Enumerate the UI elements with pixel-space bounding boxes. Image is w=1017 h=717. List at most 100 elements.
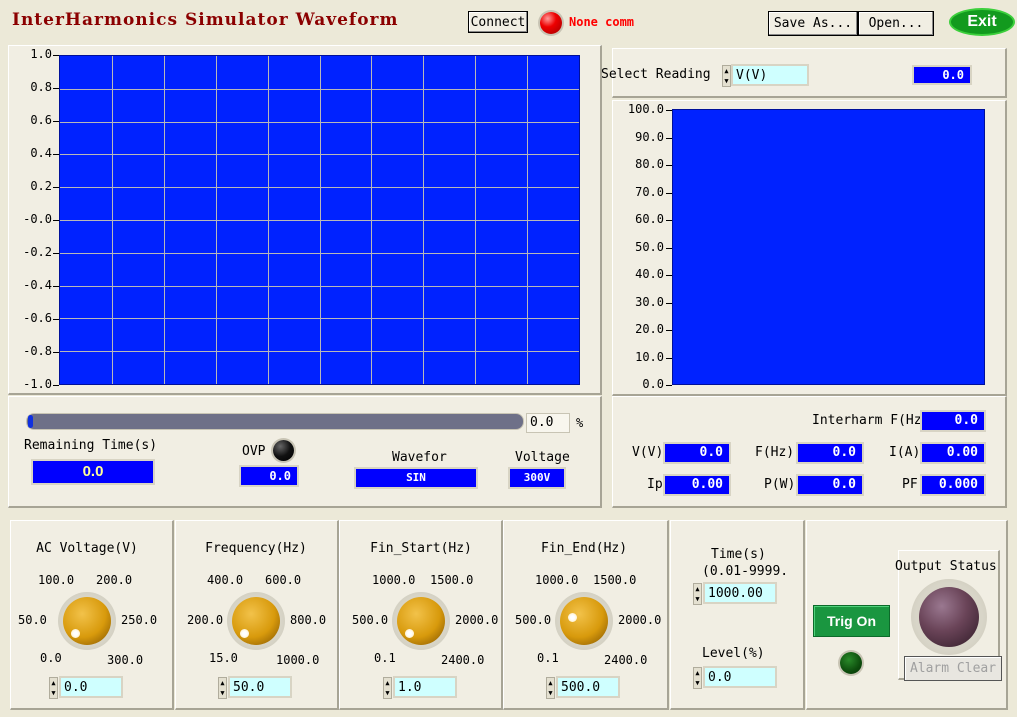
app-title: InterHarmonics Simulator Waveform xyxy=(12,10,399,30)
y-tick-label: 1.0 xyxy=(30,47,52,61)
time-input[interactable]: 1000.00 xyxy=(703,582,777,604)
y-tick-label: 70.0 xyxy=(635,184,664,199)
y-tick-label: -0.8 xyxy=(23,344,52,358)
knob-indicator-icon xyxy=(405,629,414,638)
knob-scale-label: 50.0 xyxy=(18,613,47,627)
waveform-plot[interactable] xyxy=(59,55,580,385)
y-tick-mark xyxy=(666,275,672,276)
level-label: Level(%) xyxy=(702,646,765,661)
progress-unit: % xyxy=(576,416,584,430)
y-tick-mark xyxy=(666,137,672,139)
y-tick-mark xyxy=(53,154,59,155)
knob-label: AC Voltage(V) xyxy=(36,541,138,556)
y-tick-mark xyxy=(53,385,59,386)
y-tick-label: 40.0 xyxy=(635,267,664,281)
y-tick-label: -1.0 xyxy=(23,377,52,391)
knob[interactable] xyxy=(392,592,450,650)
p-label: P(W) xyxy=(764,477,796,492)
y-tick-label: 80.0 xyxy=(635,157,664,171)
ovp-label: OVP xyxy=(242,444,266,459)
knob-value-input[interactable]: 0.0 xyxy=(59,676,123,698)
ip-label: Ip xyxy=(647,477,663,492)
output-status-led-icon xyxy=(919,587,979,647)
exit-button[interactable]: Exit xyxy=(949,8,1015,36)
knob-scale-label: 200.0 xyxy=(96,573,133,587)
knob-scale-label: 1500.0 xyxy=(593,573,637,587)
knob-scale-label: 2000.0 xyxy=(618,613,662,627)
v-label: V(V) xyxy=(632,445,664,460)
trig-on-button[interactable]: Trig On xyxy=(813,605,890,637)
y-tick-label: -0.6 xyxy=(23,311,52,325)
knob-value-spinner[interactable]: ▲ ▼ xyxy=(546,677,555,699)
ovp-value: 0.0 xyxy=(239,465,299,487)
y-tick-mark xyxy=(53,220,59,221)
knob-label: Fin_Start(Hz) xyxy=(370,541,472,556)
time-spinner[interactable]: ▲ ▼ xyxy=(693,583,702,605)
knob-cap xyxy=(397,597,445,645)
knob-scale-label: 800.0 xyxy=(290,613,327,627)
knob-scale-label: 500.0 xyxy=(352,613,389,627)
f-label: F(Hz) xyxy=(755,445,795,460)
select-reading-spinner[interactable]: ▲ ▼ xyxy=(722,65,731,87)
level-spinner[interactable]: ▲ ▼ xyxy=(693,667,702,689)
output-status-label: Output Status xyxy=(895,559,997,574)
f-value: 0.0 xyxy=(796,442,864,464)
knob-scale-label: 500.0 xyxy=(515,613,552,627)
knob-scale-label: 1500.0 xyxy=(430,573,474,587)
voltage-range-value: 300V xyxy=(508,467,566,489)
y-tick-mark xyxy=(666,357,672,359)
knob-cap xyxy=(63,597,111,645)
alarm-clear-button[interactable]: Alarm Clear xyxy=(904,656,1002,681)
voltage-range-label: Voltage xyxy=(515,450,570,465)
y-tick-mark xyxy=(666,165,672,166)
save-as-button[interactable]: Save As... xyxy=(768,11,858,36)
y-tick-label: -0.4 xyxy=(23,278,52,292)
y-tick-label: 0.2 xyxy=(30,179,52,193)
y-tick-label: 20.0 xyxy=(635,322,664,336)
y-tick-label: 10.0 xyxy=(635,349,664,364)
knob-cap xyxy=(232,597,280,645)
output-status-well xyxy=(911,579,987,655)
y-tick-label: 50.0 xyxy=(635,239,664,254)
y-tick-mark xyxy=(53,121,59,122)
knob-scale-label: 250.0 xyxy=(121,613,158,627)
level-input[interactable]: 0.0 xyxy=(703,666,777,688)
knob-scale-label: 15.0 xyxy=(209,651,238,665)
select-reading-input[interactable]: V(V) xyxy=(731,64,809,86)
y-tick-label: 0.4 xyxy=(30,146,52,160)
knob-value-input[interactable]: 1.0 xyxy=(393,676,457,698)
knob-cap xyxy=(560,597,608,645)
knob-value-spinner[interactable]: ▲ ▼ xyxy=(218,677,227,699)
knob-scale-label: 0.1 xyxy=(537,651,559,665)
knob[interactable] xyxy=(58,592,116,650)
time-label: Time(s) xyxy=(711,547,766,562)
knob-value-input[interactable]: 50.0 xyxy=(228,676,292,698)
knob-indicator-icon xyxy=(568,613,577,622)
remaining-time-value: 0.0 xyxy=(31,459,155,485)
knob-value-spinner[interactable]: ▲ ▼ xyxy=(383,677,392,699)
interharm-value: 0.0 xyxy=(920,410,986,432)
y-tick-mark xyxy=(53,187,59,188)
y-tick-label: 30.0 xyxy=(635,294,664,309)
knob[interactable] xyxy=(227,592,285,650)
y-tick-label: 60.0 xyxy=(635,212,664,226)
knob-scale-label: 2400.0 xyxy=(604,653,648,667)
knob-value-spinner[interactable]: ▲ ▼ xyxy=(49,677,58,699)
connection-status: None comm xyxy=(569,15,635,29)
connect-button[interactable]: Connect xyxy=(468,11,528,33)
y-tick-label: -0.2 xyxy=(23,245,52,259)
y-tick-label: -0.0 xyxy=(23,212,52,226)
knob-scale-label: 0.1 xyxy=(374,651,396,665)
knob-scale-label: 1000.0 xyxy=(276,653,320,667)
open-button[interactable]: Open... xyxy=(858,11,934,36)
waveform-type-value: SIN xyxy=(354,467,478,489)
p-value: 0.0 xyxy=(796,474,864,496)
knob-indicator-icon xyxy=(71,629,80,638)
select-reading-label: Select Reading xyxy=(601,67,711,82)
knob-label: Frequency(Hz) xyxy=(205,541,307,556)
pf-label: PF xyxy=(902,477,918,492)
knob[interactable] xyxy=(555,592,613,650)
knob-value-input[interactable]: 500.0 xyxy=(556,676,620,698)
y-tick-mark xyxy=(666,220,672,221)
pf-value: 0.000 xyxy=(920,474,986,496)
